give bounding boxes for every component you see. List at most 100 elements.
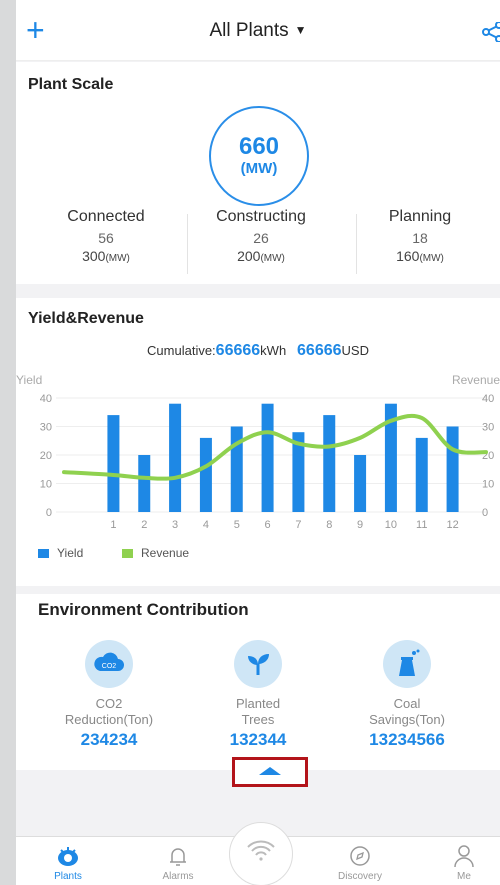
co2-icon-text: CO2 [102, 663, 117, 670]
x-tick-label: 5 [234, 519, 240, 531]
y-tick-label: 20 [40, 450, 52, 462]
compass-icon [350, 846, 370, 866]
y-tick-label: 40 [40, 393, 52, 405]
env-label-line2: Trees [241, 712, 275, 727]
cumulative-label: Cumulative: [147, 343, 216, 358]
share-icon[interactable] [482, 22, 500, 42]
legend-swatch [122, 549, 133, 559]
legend-yield[interactable]: Yield [38, 546, 83, 560]
stat-capacity-unit: (MW) [105, 253, 130, 264]
person-icon [454, 845, 474, 868]
y-tick-label: 0 [46, 507, 52, 519]
env-label: CO2 Reduction(Ton) [34, 696, 184, 728]
env-co2: CO2 CO2 Reduction(Ton) 234234 [34, 640, 184, 750]
bar [169, 403, 182, 512]
y2-tick-label: 10 [482, 479, 494, 491]
x-tick-label: 10 [385, 519, 397, 531]
env-value: 132344 [229, 730, 287, 749]
cumulative-kwh: 66666 [215, 342, 261, 359]
legend-revenue[interactable]: Revenue [122, 546, 189, 560]
env-value: 234234 [80, 730, 138, 749]
stat-count: 18 [412, 230, 428, 246]
env-value: 13234566 [369, 730, 445, 749]
top-bar: + All Plants ▼ [16, 0, 500, 61]
bar [138, 455, 151, 512]
x-tick-label: 9 [357, 519, 363, 531]
env-label-line1: Planted [235, 696, 281, 711]
legend-swatch [38, 549, 49, 559]
bar [199, 437, 212, 512]
y2-tick-label: 0 [482, 507, 488, 519]
yield-revenue-card: Yield&Revenue Cumulative:66666kWh 66666U… [16, 298, 500, 586]
env-label: Planted Trees [183, 696, 333, 728]
nav-label: Discovery [338, 871, 382, 882]
power-plant-icon [383, 640, 431, 688]
environment-title: Environment Contribution [38, 600, 249, 619]
stat-capacity: 200(MW) [181, 248, 341, 264]
plants-icon [58, 847, 78, 866]
cumulative-summary: Cumulative:66666kWh 66666USD [16, 342, 500, 360]
caret-down-icon: ▼ [294, 23, 307, 37]
stat-label: Constructing [216, 208, 306, 225]
y2-tick-label: 40 [482, 393, 494, 405]
stat-capacity: 160(MW) [340, 248, 500, 264]
y-tick-label: 10 [40, 479, 52, 491]
plant-scale-card: Plant Scale 660 (MW) Connected 56 300(MW… [16, 62, 500, 284]
nav-label: Alarms [162, 871, 194, 882]
bar [354, 455, 367, 512]
x-tick-label: 12 [446, 519, 458, 531]
env-label-line2: Savings(Ton) [369, 712, 445, 727]
y2-axis-title: Revenue [452, 373, 500, 387]
stat-constructing[interactable]: Constructing 26 200(MW) [181, 208, 341, 264]
bell-icon [170, 848, 186, 866]
wifi-connect-button[interactable] [229, 822, 293, 885]
nav-me[interactable]: Me [424, 841, 500, 882]
plant-scale-title: Plant Scale [28, 76, 114, 93]
legend-label: Yield [57, 546, 84, 560]
x-tick-label: 7 [295, 519, 301, 531]
x-tick-label: 4 [203, 519, 209, 531]
nav-discovery[interactable]: Discovery [320, 841, 400, 882]
stat-capacity-unit: (MW) [260, 253, 285, 264]
env-label-line2: Reduction(Ton) [64, 712, 154, 727]
nav-label: Plants [54, 871, 82, 882]
seedling-icon [234, 640, 282, 688]
env-label-line1: Coal [393, 696, 421, 711]
stat-capacity: 300(MW) [26, 248, 186, 264]
x-tick-label: 6 [265, 519, 271, 531]
usd-unit: USD [341, 343, 369, 358]
expand-more-button[interactable] [232, 757, 308, 787]
yield-revenue-chart[interactable]: Yield Revenue0 010 1020 2030 3040 401 2 3 4 5 6 7 8 9 1… [16, 362, 500, 542]
y2-tick-label: 30 [482, 422, 494, 434]
plant-selector[interactable]: All Plants ▼ [16, 20, 500, 42]
caret-up-icon [259, 767, 281, 775]
stat-label: Connected [67, 208, 145, 225]
stat-capacity-value: 160 [396, 248, 420, 264]
co2-cloud-icon: CO2 [85, 640, 133, 688]
total-capacity-value: 660 [238, 133, 280, 160]
total-capacity-unit: (MW) [240, 160, 278, 177]
x-tick-label: 11 [416, 519, 427, 531]
stat-capacity-value: 300 [82, 248, 106, 264]
stat-count: 56 [98, 230, 114, 246]
x-tick-label: 3 [172, 519, 178, 531]
stat-capacity-unit: (MW) [419, 253, 444, 264]
bar [323, 415, 336, 512]
x-tick-label: 1 [110, 519, 116, 531]
nav-plants[interactable]: Plants [28, 841, 108, 882]
plant-selector-label: All Plants [209, 20, 289, 41]
env-label-line1: CO2 [95, 696, 123, 711]
nav-alarms[interactable]: Alarms [138, 841, 218, 882]
legend-label: Revenue [141, 546, 190, 560]
app-screen: + All Plants ▼ Plant Scale 660 (MW) Conne… [16, 0, 500, 885]
env-trees: Planted Trees 132344 [183, 640, 333, 750]
env-coal: Coal Savings(Ton) 13234566 [332, 640, 482, 750]
bar [415, 437, 428, 512]
wifi-icon [247, 840, 275, 861]
nav-label: Me [457, 871, 471, 882]
stat-connected[interactable]: Connected 56 300(MW) [26, 208, 186, 264]
total-capacity-circle: 660 (MW) [209, 106, 309, 206]
stat-count: 26 [253, 230, 269, 246]
x-tick-label: 8 [326, 519, 332, 531]
stat-planning[interactable]: Planning 18 160(MW) [340, 208, 500, 264]
